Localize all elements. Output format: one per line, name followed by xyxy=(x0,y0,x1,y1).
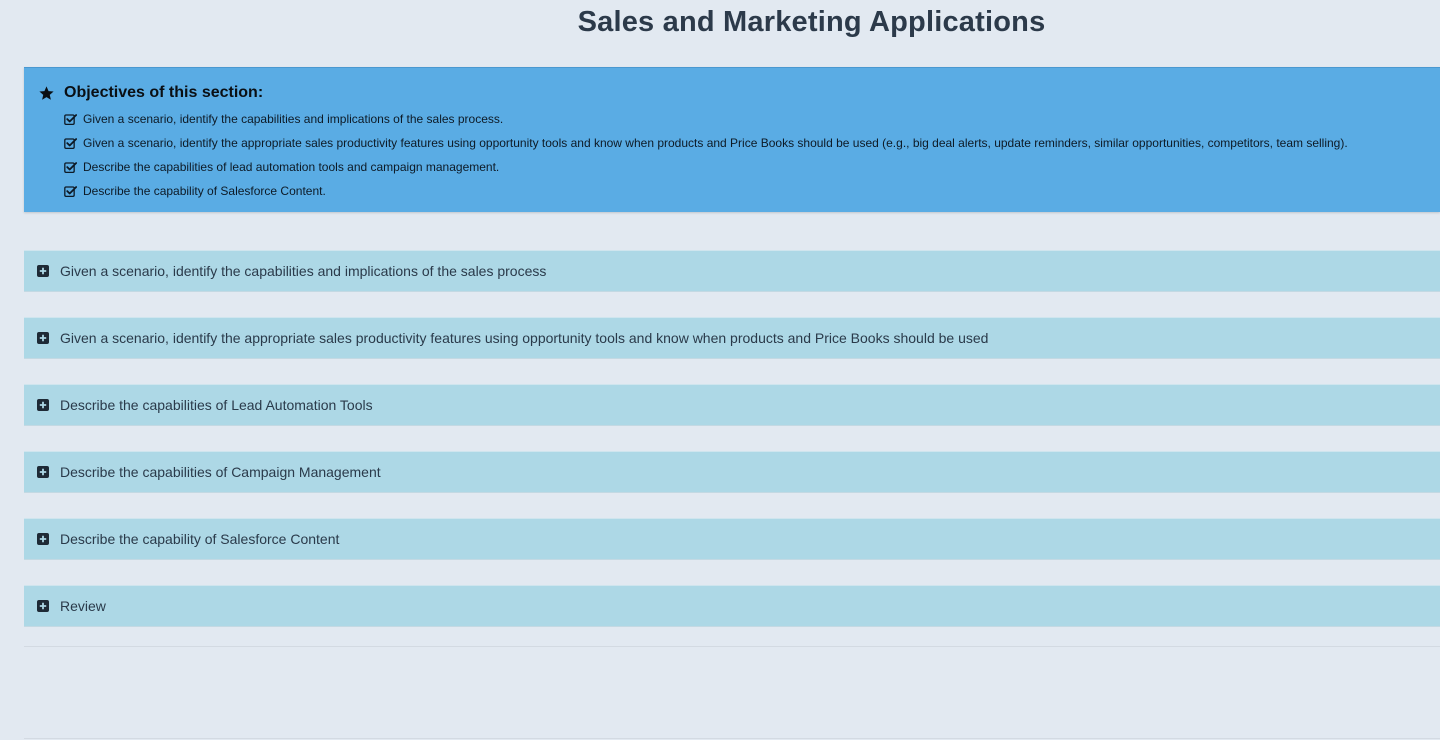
accordion-item-sales-process[interactable]: Given a scenario, identify the capabilit… xyxy=(24,250,1440,292)
accordion-label: Given a scenario, identify the appropria… xyxy=(60,330,989,346)
objective-item: Given a scenario, identify the appropria… xyxy=(64,131,1440,155)
accordion-item-review[interactable]: Review xyxy=(24,585,1440,627)
plus-square-icon xyxy=(37,265,49,277)
star-icon xyxy=(38,85,55,102)
accordion-item-salesforce-content[interactable]: Describe the capability of Salesforce Co… xyxy=(24,518,1440,560)
objectives-header: Objectives of this section: xyxy=(38,82,1440,104)
plus-square-icon xyxy=(37,399,49,411)
accordion-label: Describe the capabilities of Campaign Ma… xyxy=(60,464,381,480)
objective-item: Describe the capabilities of lead automa… xyxy=(64,155,1440,179)
page-title: Sales and Marketing Applications xyxy=(577,6,1046,38)
accordion-item-lead-automation[interactable]: Describe the capabilities of Lead Automa… xyxy=(24,384,1440,426)
accordion-item-sales-productivity[interactable]: Given a scenario, identify the appropria… xyxy=(24,317,1440,359)
check-square-icon xyxy=(64,185,77,198)
check-square-icon xyxy=(64,137,77,150)
plus-square-icon xyxy=(37,332,49,344)
objective-text: Given a scenario, identify the appropria… xyxy=(83,136,1348,150)
accordion-label: Describe the capabilities of Lead Automa… xyxy=(60,397,373,413)
footer-divider xyxy=(24,738,1440,739)
plus-square-icon xyxy=(37,600,49,612)
content-divider xyxy=(24,646,1440,647)
objective-text: Describe the capability of Salesforce Co… xyxy=(83,184,326,198)
objective-item: Given a scenario, identify the capabilit… xyxy=(64,107,1440,131)
objectives-panel: Objectives of this section: Given a scen… xyxy=(24,67,1440,212)
plus-square-icon xyxy=(37,533,49,545)
plus-square-icon xyxy=(37,466,49,478)
objectives-title: Objectives of this section: xyxy=(64,84,264,101)
accordion-label: Describe the capability of Salesforce Co… xyxy=(60,531,340,547)
objectives-list: Given a scenario, identify the capabilit… xyxy=(64,107,1440,203)
objective-item: Describe the capability of Salesforce Co… xyxy=(64,179,1440,203)
accordion-item-campaign-management[interactable]: Describe the capabilities of Campaign Ma… xyxy=(24,451,1440,493)
accordion-label: Review xyxy=(60,598,106,614)
objective-text: Describe the capabilities of lead automa… xyxy=(83,160,500,174)
objective-text: Given a scenario, identify the capabilit… xyxy=(83,112,504,126)
check-square-icon xyxy=(64,113,77,126)
accordion-label: Given a scenario, identify the capabilit… xyxy=(60,263,547,279)
check-square-icon xyxy=(64,161,77,174)
